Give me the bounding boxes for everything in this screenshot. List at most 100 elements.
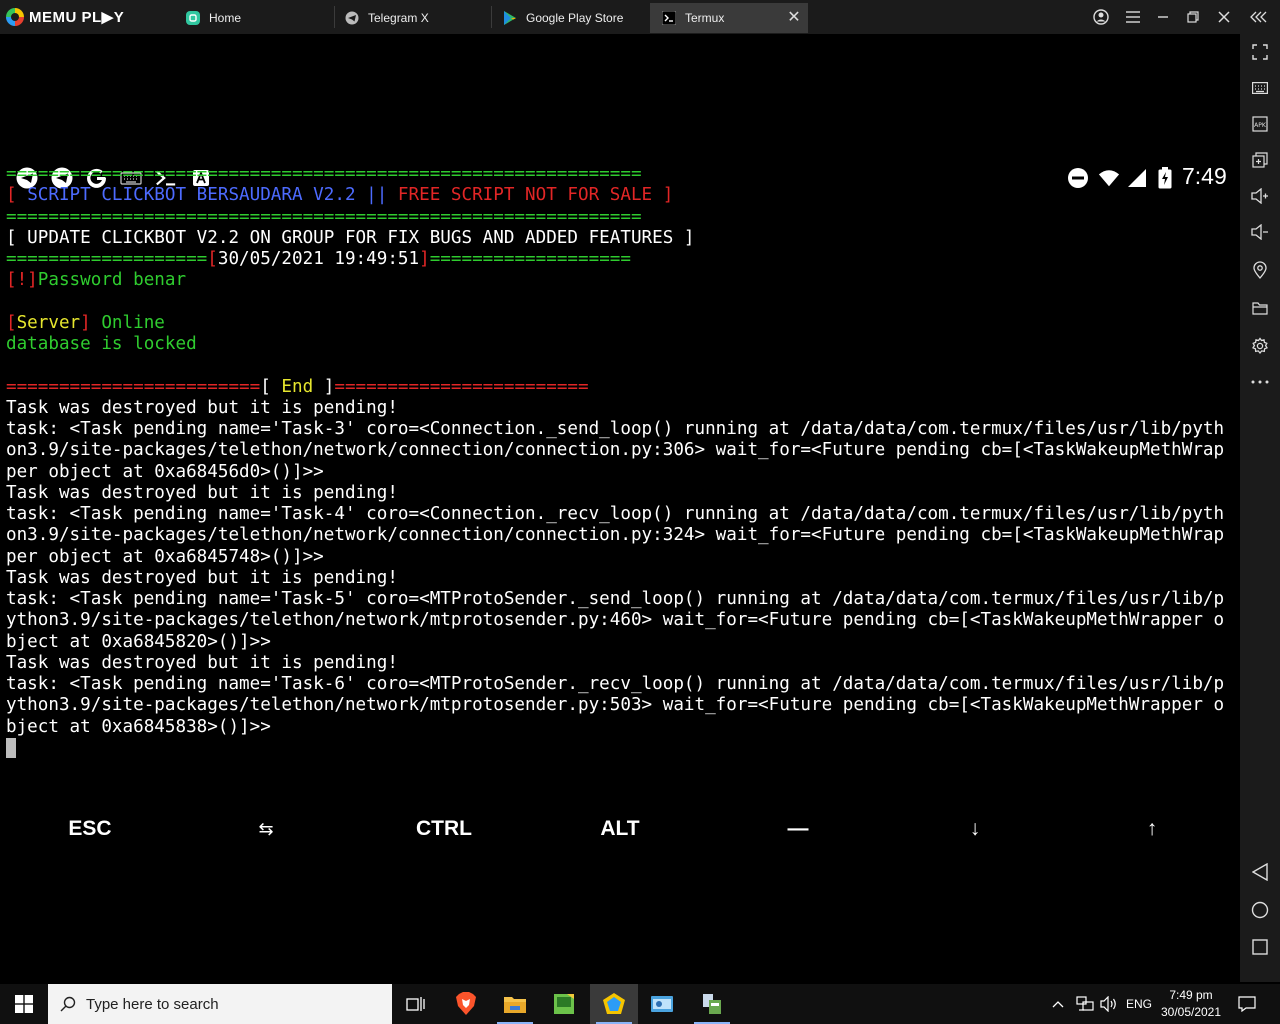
- taskbar-search-box[interactable]: Type here to search: [48, 984, 392, 1024]
- terminal-text: Password benar: [37, 270, 187, 291]
- taskbar-date: 30/05/2021: [1160, 1005, 1222, 1019]
- terminal-text: task: <Task pending name='Task-5' coro=<…: [6, 589, 1225, 609]
- fullscreen-icon[interactable]: [1250, 42, 1270, 62]
- volume-up-icon[interactable]: [1250, 186, 1270, 206]
- terminal-text: task: <Task pending name='Task-6' coro=<…: [6, 674, 1225, 694]
- terminal-line: task: <Task pending name='Task-4' coro=<…: [6, 504, 1238, 525]
- terminal-text: [: [260, 376, 282, 397]
- settings-gear-icon[interactable]: [1250, 336, 1270, 356]
- memu-logo-icon: [6, 8, 24, 26]
- close-tab-icon[interactable]: ✕: [786, 10, 802, 26]
- multi-instance-icon[interactable]: [1250, 150, 1270, 170]
- windows-start-button[interactable]: [0, 984, 48, 1024]
- maximize-icon[interactable]: [1184, 8, 1202, 26]
- android-back-icon[interactable]: [1250, 862, 1270, 882]
- bluestacks-green-app-icon[interactable]: [540, 984, 588, 1024]
- windows-taskbar: Type here to search ENG 7:49 pm 30/05/20…: [0, 984, 1280, 1024]
- terminal-text: on3.9/site-packages/telethon/network/con…: [6, 440, 1225, 461]
- volume-tray-icon[interactable]: [1100, 984, 1118, 1024]
- taskbar-clock[interactable]: 7:49 pm 30/05/2021: [1154, 987, 1228, 1021]
- terminal-line: [Server] Online: [6, 313, 1238, 334]
- more-options-icon[interactable]: [1250, 372, 1270, 392]
- terminal-line: task: <Task pending name='Task-5' coro=<…: [6, 589, 1238, 610]
- terminal-text: database is locked: [6, 334, 197, 354]
- terminal-cursor: [6, 737, 16, 758]
- terminal-text: ========================================…: [6, 206, 642, 227]
- terminal-line: ========================[ End ]=========…: [6, 377, 1238, 398]
- alt-key[interactable]: ALT: [560, 812, 680, 846]
- account-icon[interactable]: [1092, 8, 1110, 26]
- tab-google-play-store[interactable]: Google Play Store: [503, 3, 649, 33]
- collapse-sidebar-icon[interactable]: [1250, 8, 1268, 26]
- terminal-line: ython3.9/site-packages/telethon/network/…: [6, 695, 1238, 716]
- language-indicator[interactable]: ENG: [1126, 984, 1152, 1024]
- terminal-line: on3.9/site-packages/telethon/network/con…: [6, 440, 1238, 461]
- terminal-text: ===================: [429, 249, 631, 269]
- menu-icon[interactable]: [1124, 8, 1142, 26]
- terminal-line: ========================================…: [6, 164, 1238, 185]
- terminal-line: bject at 0xa6845838>()]>>: [6, 717, 1238, 738]
- dash-key[interactable]: —: [738, 812, 858, 846]
- terminal-prompt-line[interactable]: [6, 737, 1238, 759]
- android-recents-icon[interactable]: [1250, 937, 1270, 957]
- terminal-text: Online: [101, 312, 165, 333]
- show-hidden-icons[interactable]: [1052, 984, 1064, 1024]
- terminal-icon: [661, 10, 677, 26]
- terminal-text: ]: [80, 312, 102, 333]
- minimize-icon[interactable]: [1154, 8, 1172, 26]
- android-home-icon[interactable]: [1250, 900, 1270, 920]
- network-tray-icon[interactable]: [1076, 984, 1094, 1024]
- tab-label: Google Play Store: [526, 11, 624, 25]
- close-window-icon[interactable]: [1215, 8, 1233, 26]
- arrow-up-key[interactable]: ↑: [1092, 812, 1212, 846]
- terminal-line: [6, 355, 1238, 376]
- tab-termux[interactable]: Termux ✕: [650, 3, 808, 33]
- terminal-text: [ UPDATE CLICKBOT V2.2 ON GROUP FOR FIX …: [6, 227, 695, 248]
- terminal-text: [: [6, 185, 28, 206]
- task-view-icon[interactable]: [392, 984, 440, 1024]
- terminal-text: Server: [16, 312, 81, 333]
- terminal-text: FREE SCRIPT NOT FOR SALE ]: [397, 185, 674, 206]
- terminal-text: ]: [313, 376, 335, 397]
- tab-telegram-x[interactable]: Telegram X: [345, 3, 491, 33]
- brave-browser-icon[interactable]: [442, 984, 490, 1024]
- search-icon: [60, 996, 76, 1012]
- terminal-line: per object at 0xa6845748>()]>>: [6, 547, 1238, 568]
- tab-key[interactable]: ⇆: [206, 812, 326, 846]
- network-app-icon[interactable]: [688, 984, 736, 1024]
- terminal-text: [: [207, 249, 218, 269]
- terminal-text: ython3.9/site-packages/telethon/network/…: [6, 610, 1225, 631]
- terminal-line: Task was destroyed but it is pending!: [6, 483, 1238, 504]
- terminal-line: [6, 292, 1238, 313]
- esc-key[interactable]: ESC: [30, 812, 150, 846]
- svg-text:APK: APK: [1254, 122, 1267, 129]
- terminal-text: [!]: [6, 270, 38, 291]
- terminal-output: ========================================…: [6, 164, 1238, 759]
- memu-taskbar-icon[interactable]: [590, 984, 638, 1024]
- arrow-down-key[interactable]: ↓: [915, 812, 1035, 846]
- ctrl-key[interactable]: CTRL: [384, 812, 504, 846]
- tab-home[interactable]: Home: [186, 3, 334, 33]
- terminal-text: ]: [419, 249, 430, 269]
- terminal-text: ========================: [6, 376, 261, 397]
- control-panel-icon[interactable]: [638, 984, 686, 1024]
- terminal-line: ========================================…: [6, 207, 1238, 228]
- location-icon[interactable]: [1250, 260, 1270, 280]
- play-store-icon: [503, 11, 517, 25]
- action-center-icon[interactable]: [1238, 984, 1256, 1024]
- home-app-icon: [186, 11, 200, 25]
- search-placeholder: Type here to search: [86, 995, 219, 1013]
- terminal-line: per object at 0xa68456d0>()]>>: [6, 462, 1238, 483]
- tab-divider: [491, 6, 492, 28]
- emulator-titlebar: MEMU PL▶Y Home Telegram X Google Play St…: [0, 0, 1280, 34]
- keyboard-icon[interactable]: [1250, 78, 1270, 98]
- folder-icon[interactable]: [1250, 298, 1270, 318]
- file-explorer-icon[interactable]: [491, 984, 539, 1024]
- tab-label: Termux: [685, 11, 725, 25]
- volume-down-icon[interactable]: [1250, 222, 1270, 242]
- apk-install-icon[interactable]: APK: [1250, 114, 1270, 134]
- terminal-line: [ SCRIPT CLICKBOT BERSAUDARA V2.2 || FRE…: [6, 185, 1238, 206]
- terminal-text: ython3.9/site-packages/telethon/network/…: [6, 695, 1225, 716]
- terminal-line: task: <Task pending name='Task-3' coro=<…: [6, 419, 1238, 440]
